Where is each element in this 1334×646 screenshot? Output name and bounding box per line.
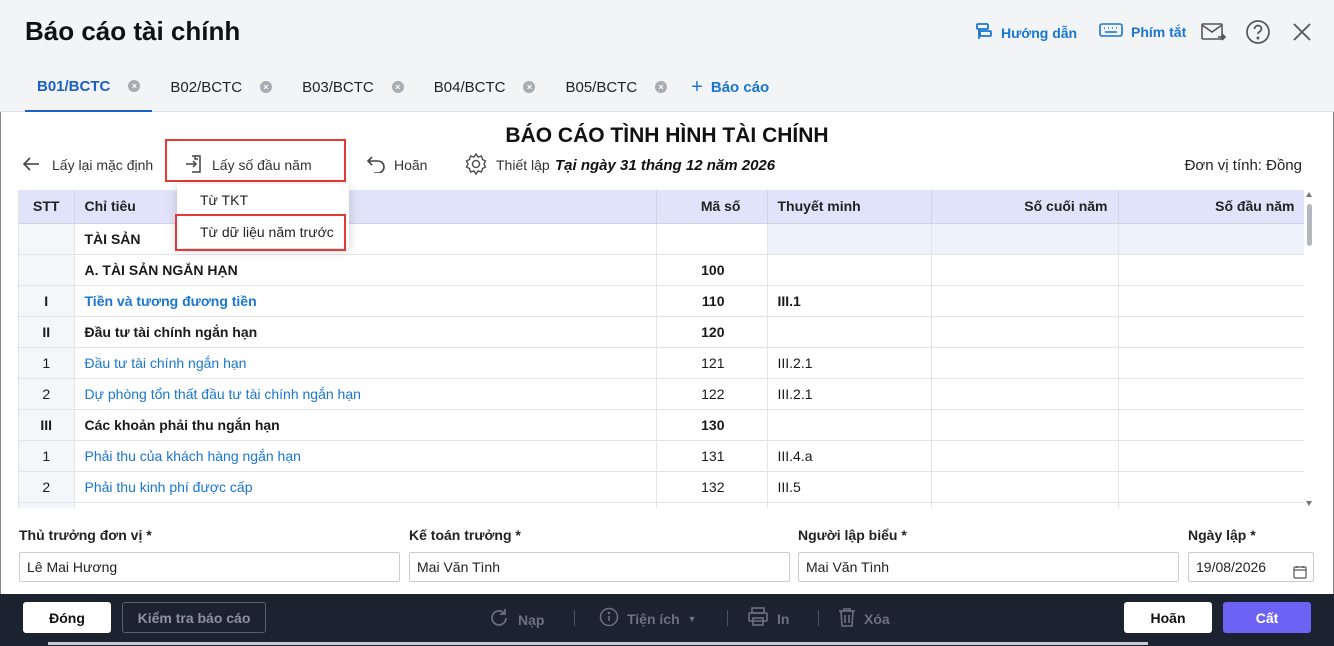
arrow-left-icon xyxy=(22,156,40,175)
gear-icon xyxy=(464,152,488,179)
tab-close-icon[interactable]: × xyxy=(523,81,536,93)
report-date-field: Ngày lập * 19/08/2026 xyxy=(1188,527,1314,582)
tab-b04[interactable]: B04/BCTC × xyxy=(422,62,548,112)
chief-accountant-input[interactable]: Mai Văn Tình xyxy=(409,552,790,582)
check-report-button[interactable]: Kiểm tra báo cáo xyxy=(122,602,266,633)
printer-icon xyxy=(747,607,769,630)
help-icon[interactable] xyxy=(1244,18,1272,46)
date-input[interactable]: 19/08/2026 xyxy=(1188,552,1314,582)
head-of-unit-input[interactable]: Lê Mai Hương xyxy=(19,552,400,582)
shortcuts-link[interactable]: Phím tắt xyxy=(1099,22,1186,41)
table-row[interactable]: III Các khoản phải thu ngắn hạn 130 xyxy=(19,409,1304,441)
tab-close-icon[interactable]: × xyxy=(128,80,141,92)
save-button[interactable]: Cất xyxy=(1223,602,1311,633)
plus-icon: + xyxy=(691,75,703,98)
currency-unit: Đơn vị tính: Đồng xyxy=(1184,157,1302,174)
table-row[interactable]: A. TÀI SẢN NGẮN HẠN 100 xyxy=(19,254,1304,286)
col-header-start-year[interactable]: Số đầu năm xyxy=(1118,190,1304,224)
highlight-box xyxy=(165,139,346,182)
divider xyxy=(574,610,575,626)
close-button[interactable]: Đóng xyxy=(23,602,111,633)
table-row[interactable]: 2 Dự phòng tổn thất đầu tư tài chính ngắ… xyxy=(19,378,1304,410)
col-header-code[interactable]: Mã số xyxy=(656,190,768,224)
delete-button[interactable]: Xóa xyxy=(838,607,890,630)
utilities-button[interactable]: Tiện ích ▼ xyxy=(599,607,697,630)
chief-accountant-field: Kế toán trưởng * Mai Văn Tình xyxy=(409,527,790,582)
tab-b03[interactable]: B03/BCTC × xyxy=(290,62,416,112)
feedback-mail-icon[interactable] xyxy=(1200,18,1228,46)
col-header-note[interactable]: Thuyết minh xyxy=(767,190,932,224)
trash-icon xyxy=(838,607,856,630)
divider xyxy=(727,610,728,626)
table-row[interactable]: 2 Phải thu kinh phí được cấp 132 III.5 xyxy=(19,471,1304,503)
table-row[interactable]: II Đầu tư tài chính ngắn hạn 120 xyxy=(19,316,1304,348)
undo-button[interactable]: Hoãn xyxy=(366,152,427,178)
divider xyxy=(818,610,819,626)
keyboard-icon xyxy=(1099,22,1123,41)
table-row[interactable]: 1 Phải thu của khách hàng ngắn hạn 131 I… xyxy=(19,440,1304,472)
tab-b02[interactable]: B02/BCTC × xyxy=(158,62,284,112)
report-date: Tại ngày 31 tháng 12 năm 2026 xyxy=(555,157,776,174)
report-tabs: B01/BCTC × B02/BCTC × B03/BCTC × B04/BCTC × … xyxy=(25,62,775,112)
status-strip xyxy=(48,642,1148,645)
preparer-input[interactable]: Mai Văn Tình xyxy=(798,552,1179,582)
table-row[interactable] xyxy=(19,502,1304,508)
tab-b01[interactable]: B01/BCTC × xyxy=(25,62,153,112)
footer-bar: Đóng Kiểm tra báo cáo Nạp Tiện ích ▼ In … xyxy=(0,594,1334,646)
tab-b05[interactable]: B05/BCTC × xyxy=(553,62,679,112)
dropdown-item-from-tkt[interactable]: Từ TKT xyxy=(177,184,349,216)
head-of-unit-field: Thủ trưởng đơn vị * Lê Mai Hương xyxy=(19,527,400,582)
caret-down-icon: ▼ xyxy=(687,613,697,624)
signpost-icon xyxy=(975,22,993,43)
table-row[interactable]: 1 Đầu tư tài chính ngắn hạn 121 III.2.1 xyxy=(19,347,1304,379)
refresh-icon xyxy=(488,607,510,632)
scroll-thumb[interactable] xyxy=(1307,204,1312,246)
col-header-stt[interactable]: STT xyxy=(19,190,75,224)
tab-close-icon[interactable]: × xyxy=(655,81,668,93)
tab-close-icon[interactable]: × xyxy=(260,81,273,93)
col-header-name[interactable]: Chỉ tiêu xyxy=(74,190,657,224)
scroll-down-icon[interactable] xyxy=(1306,501,1312,506)
print-button[interactable]: In xyxy=(747,607,789,630)
settings-button[interactable]: Thiết lập xyxy=(464,152,550,178)
table-scrollbar[interactable] xyxy=(1304,190,1314,508)
scroll-up-icon[interactable] xyxy=(1306,192,1312,197)
add-report-button[interactable]: + Báo cáo xyxy=(685,62,775,112)
close-icon[interactable] xyxy=(1288,18,1316,46)
cancel-button[interactable]: Hoãn xyxy=(1124,602,1212,633)
calendar-icon[interactable] xyxy=(1293,560,1307,588)
reset-default-button[interactable]: Lấy lại mặc định xyxy=(22,152,153,178)
col-header-end-year[interactable]: Số cuối năm xyxy=(931,190,1119,224)
load-button[interactable]: Nạp xyxy=(488,607,544,632)
undo-icon xyxy=(366,155,386,176)
preparer-field: Người lập biểu * Mai Văn Tình xyxy=(798,527,1179,582)
tab-close-icon[interactable]: × xyxy=(391,81,404,93)
table-row[interactable]: I Tiền và tương đương tiền 110 III.1 xyxy=(19,285,1304,317)
header: Báo cáo tài chính Hướng dẫn Phím tắt B01… xyxy=(0,0,1334,112)
highlight-box xyxy=(175,214,346,251)
info-icon xyxy=(599,607,619,630)
guide-link[interactable]: Hướng dẫn xyxy=(975,22,1077,43)
app-title: Báo cáo tài chính xyxy=(25,16,241,46)
